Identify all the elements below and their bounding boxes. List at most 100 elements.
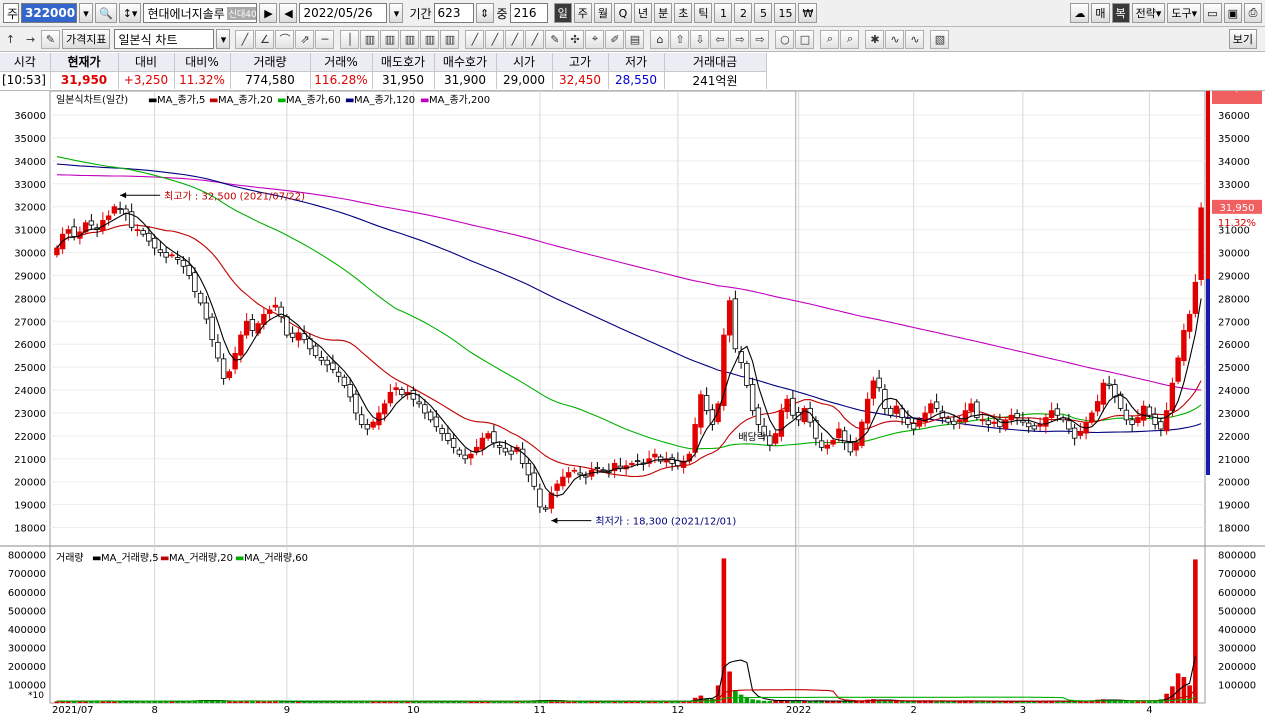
star-icon[interactable]: ✱ <box>865 29 885 49</box>
date-input[interactable]: 2022/05/26 <box>299 3 388 23</box>
grid3-icon[interactable]: ▥ <box>400 29 420 49</box>
candle-body <box>1094 401 1101 412</box>
angle-icon[interactable]: ∠ <box>255 29 275 49</box>
stock-name-field[interactable]: 현대에너지솔루 신대40 <box>143 3 258 23</box>
x-tick-label: 12 <box>672 705 685 716</box>
rect-icon[interactable]: □ <box>795 29 815 49</box>
stepper-icon[interactable]: ⇕ <box>475 3 494 23</box>
price-indicator-button[interactable]: 가격지표 <box>62 29 111 49</box>
home-icon[interactable]: ⌂ <box>650 29 670 49</box>
timeframe-9[interactable]: 2 <box>734 3 753 23</box>
wave1-icon[interactable]: ∿ <box>885 29 905 49</box>
timeframe-2[interactable]: 월 <box>593 3 612 23</box>
candle-body <box>266 309 273 314</box>
price-tick-right: 21000 <box>1218 455 1250 466</box>
memo-icon[interactable]: ▤ <box>625 29 645 49</box>
candle-body <box>399 389 405 396</box>
pattern-icon[interactable]: ▧ <box>930 29 950 49</box>
up-icon[interactable]: ⇧ <box>670 29 690 49</box>
right-icon[interactable]: ⇨ <box>730 29 750 49</box>
timeframe-0[interactable]: 일 <box>553 3 572 23</box>
arrow-up-icon[interactable]: ↑ <box>1 30 20 49</box>
sort-icon[interactable]: ↕▾ <box>118 3 142 23</box>
timeframe-1[interactable]: 주 <box>573 3 592 23</box>
mid-input[interactable]: 216 <box>509 3 548 23</box>
brush-icon[interactable]: ✐ <box>605 29 625 49</box>
volume-bar <box>733 690 738 703</box>
right-btn-1[interactable]: 복 <box>1111 3 1130 23</box>
print-icon[interactable]: ⎙ <box>1244 3 1262 23</box>
candle-body <box>824 444 831 449</box>
search-icon[interactable]: 🔍 <box>95 3 117 23</box>
grid5-icon[interactable]: ▥ <box>440 29 460 49</box>
save-icon[interactable]: ▣ <box>1223 3 1242 23</box>
line4-icon[interactable]: ╱ <box>525 29 545 49</box>
left-icon[interactable]: ⇦ <box>710 29 730 49</box>
candle-body <box>830 440 836 445</box>
code-dropdown-icon[interactable]: ▾ <box>79 3 93 23</box>
timeframe-4[interactable]: 년 <box>633 3 653 23</box>
period-input[interactable]: 623 <box>433 3 474 23</box>
main-toolbar: 주 322000 ▾ 🔍 ↕▾ 현대에너지솔루 신대40 ▶ ◀ 2022/05/… <box>0 0 1265 27</box>
target-icon[interactable]: ⌖ <box>585 29 605 49</box>
volume-bar <box>112 701 117 703</box>
vline-icon[interactable]: │ <box>340 29 360 49</box>
cloud-icon[interactable]: ☁ <box>1070 3 1090 23</box>
candle-body <box>859 421 865 446</box>
trendline-icon[interactable]: ╱ <box>235 29 255 49</box>
arrow-right-icon[interactable]: → <box>21 30 40 49</box>
line2-icon[interactable]: ╱ <box>485 29 505 49</box>
timeframe-6[interactable]: 초 <box>674 3 693 23</box>
chart-type-dropdown-icon[interactable]: ▾ <box>216 29 231 49</box>
candle-body <box>289 332 296 338</box>
arc-icon[interactable]: ⌒ <box>275 29 295 49</box>
right-btn-0[interactable]: 매 <box>1091 3 1110 23</box>
price-tick-left: 30000 <box>14 249 46 260</box>
grid2-icon[interactable]: ▥ <box>380 29 400 49</box>
candle-body <box>364 424 371 430</box>
back-icon[interactable]: ◀ <box>279 3 298 23</box>
fan-icon[interactable]: ⇗ <box>295 29 315 49</box>
grid4-icon[interactable]: ▥ <box>420 29 440 49</box>
line3-icon[interactable]: ╱ <box>505 29 525 49</box>
right2-icon[interactable]: ⇨ <box>750 29 770 49</box>
pencil-icon[interactable]: ✎ <box>545 29 565 49</box>
line1-icon[interactable]: ╱ <box>465 29 485 49</box>
chart-type-select[interactable]: 일본식 차트 <box>114 29 215 49</box>
volume-tick-right: 200000 <box>1218 662 1256 673</box>
cross-icon[interactable]: ✣ <box>565 29 585 49</box>
timeframe-12[interactable]: ₩ <box>798 3 818 23</box>
grid1-icon[interactable]: ▥ <box>360 29 380 49</box>
circle-icon[interactable]: ○ <box>775 29 795 49</box>
price-tick-left: 24000 <box>14 386 46 397</box>
strategy-button[interactable]: 전략 ▾ <box>1131 3 1166 23</box>
zoom-out-icon[interactable]: ⌕ <box>840 29 860 49</box>
market-prefix[interactable]: 주 <box>3 3 19 23</box>
timeframe-10[interactable]: 5 <box>754 3 773 23</box>
wave2-icon[interactable]: ∿ <box>905 29 925 49</box>
timeframe-7[interactable]: 틱 <box>694 3 713 23</box>
price-tick-right: 27000 <box>1218 317 1250 328</box>
zoom-in-icon[interactable]: ⌕ <box>820 29 840 49</box>
tools-button[interactable]: 도구 ▾ <box>1167 3 1202 23</box>
volume-tick-left: 200000 <box>8 662 46 673</box>
down-icon[interactable]: ⇩ <box>690 29 710 49</box>
price-tick-right: 20000 <box>1218 478 1250 489</box>
hline-icon[interactable]: ─ <box>315 29 335 49</box>
stock-chart[interactable]: 18000 1800019000 1900020000 2000021000 21000… <box>0 91 1265 723</box>
timeframe-5[interactable]: 분 <box>654 3 673 23</box>
candle-body <box>1169 382 1176 412</box>
play-icon[interactable]: ▶ <box>259 3 278 23</box>
timeframe-3[interactable]: Q <box>613 3 632 23</box>
candle-body <box>1048 410 1055 418</box>
stock-code-input[interactable]: 322000 <box>21 3 77 23</box>
x-tick-label: 10 <box>407 705 420 716</box>
folder-icon[interactable]: ▭ <box>1203 3 1222 23</box>
candle-body <box>439 428 445 434</box>
view-button[interactable]: 보기 <box>1228 29 1257 49</box>
date-dropdown-icon[interactable]: ▾ <box>389 3 404 23</box>
x-tick-label: 11 <box>534 705 547 716</box>
timeframe-11[interactable]: 15 <box>774 3 797 23</box>
timeframe-8[interactable]: 1 <box>714 3 733 23</box>
edit-icon[interactable]: ✎ <box>41 29 60 49</box>
